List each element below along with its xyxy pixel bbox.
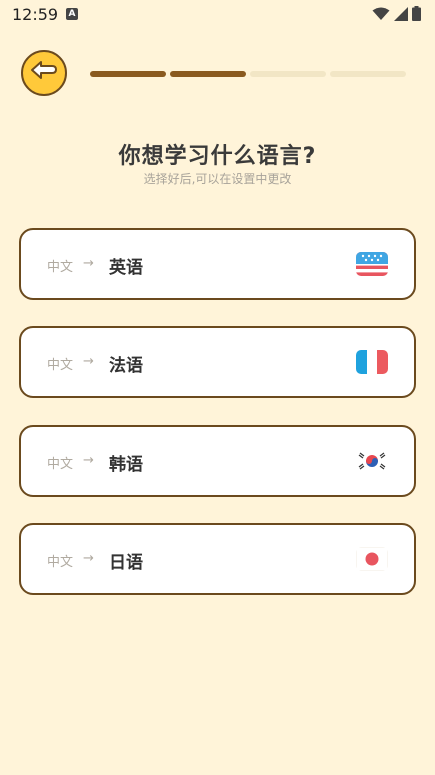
progress-segment [250, 71, 326, 77]
arrow-right-icon: → [83, 354, 94, 369]
target-language-label: 日语 [109, 553, 143, 573]
signal-icon [394, 6, 408, 21]
progress-bar [90, 71, 406, 77]
language-option-french[interactable]: 中文 → 法语 [19, 326, 416, 398]
progress-segment [170, 71, 246, 77]
source-language-label: 中文 [47, 457, 74, 472]
arrow-right-icon: → [83, 453, 94, 468]
back-button[interactable] [21, 50, 67, 96]
language-option-korean[interactable]: 中文 → 韩语 [19, 425, 416, 497]
arrow-right-icon: → [83, 256, 94, 271]
korea-flag-icon [356, 449, 388, 473]
language-option-english[interactable]: 中文 → 英语 [19, 228, 416, 300]
source-language-label: 中文 [47, 555, 74, 570]
source-language-label: 中文 [47, 260, 74, 275]
progress-segment [90, 71, 166, 77]
progress-segment [330, 71, 406, 77]
target-language-label: 法语 [109, 356, 143, 376]
us-flag-icon [356, 252, 388, 276]
status-time: 12:59 [12, 5, 59, 24]
notification-a-icon: A [66, 8, 78, 20]
japan-flag-icon [356, 547, 388, 571]
language-option-japanese[interactable]: 中文 → 日语 [19, 523, 416, 595]
target-language-label: 英语 [109, 258, 143, 278]
status-bar: 12:59 A [0, 0, 435, 30]
page-title: 你想学习什么语言? [118, 144, 317, 169]
target-language-label: 韩语 [109, 455, 143, 475]
back-arrow-icon [30, 60, 58, 86]
source-language-label: 中文 [47, 358, 74, 373]
arrow-right-icon: → [83, 551, 94, 566]
france-flag-icon [356, 350, 388, 374]
battery-icon [412, 6, 421, 21]
wifi-icon [372, 7, 390, 21]
status-icons [372, 6, 421, 21]
page-subtitle: 选择好后,可以在设置中更改 [143, 172, 292, 186]
